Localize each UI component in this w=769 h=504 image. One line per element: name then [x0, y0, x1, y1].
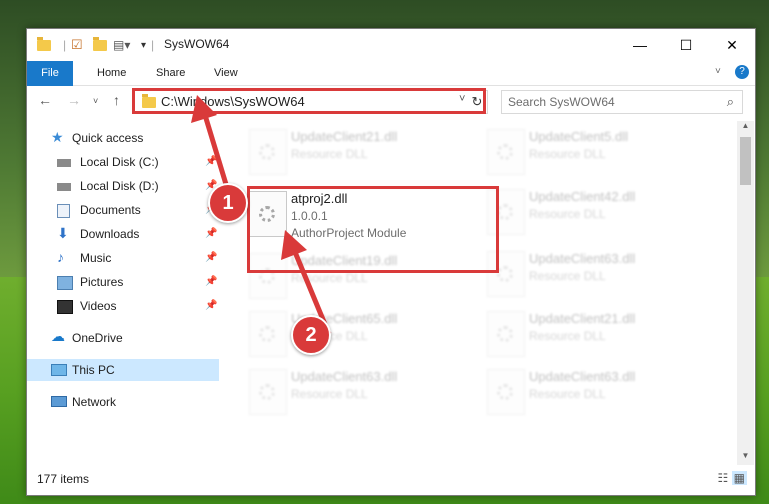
search-placeholder: Search SysWOW64	[508, 95, 615, 109]
step-1-callout: 1	[208, 183, 248, 223]
file-item[interactable]: UpdateClient21.dll Resource DLL	[241, 125, 471, 177]
nav-item-pictures[interactable]: Pictures 📌	[27, 271, 219, 293]
dll-file-icon	[487, 311, 525, 357]
search-input[interactable]: Search SysWOW64 ⌕	[501, 90, 743, 114]
file-name: UpdateClient5.dll	[529, 129, 629, 144]
tab-home[interactable]: Home	[85, 61, 138, 85]
nav-item-network[interactable]: Network	[27, 391, 219, 413]
file-name: UpdateClient42.dll	[529, 189, 636, 204]
ribbon: File Home Share View ˅ ?	[27, 61, 755, 113]
computer-icon	[51, 364, 67, 376]
file-name: UpdateClient21.dll	[529, 311, 636, 326]
nav-item-label: Videos	[80, 299, 117, 313]
file-description: Resource DLL	[529, 269, 606, 283]
file-name: UpdateClient63.dll	[529, 369, 636, 384]
nav-item-videos[interactable]: Videos 📌	[27, 295, 219, 317]
address-highlight-box	[132, 88, 486, 114]
window-title: SysWOW64	[164, 37, 230, 51]
nav-item-label: Local Disk (D:)	[80, 179, 159, 193]
recent-locations-icon[interactable]: ˅	[93, 96, 98, 106]
scroll-up-icon[interactable]: ▲	[737, 121, 754, 135]
nav-item-label: OneDrive	[72, 331, 123, 345]
star-icon: ★	[51, 129, 64, 145]
separator: |	[63, 38, 67, 52]
scrollbar-thumb[interactable]	[740, 137, 751, 185]
file-description: Resource DLL	[529, 387, 606, 401]
file-name: UpdateClient63.dll	[529, 251, 636, 266]
file-item[interactable]: UpdateClient65.dll Resource DLL	[241, 307, 471, 359]
nav-item-label: Network	[72, 395, 117, 409]
customize-icon[interactable]: ▤▾	[113, 37, 130, 53]
file-item[interactable]: UpdateClient63.dll Resource DLL	[479, 247, 709, 299]
maximize-button[interactable]: ☐	[663, 29, 709, 61]
videos-icon	[57, 300, 73, 314]
quick-access-dropdown-icon[interactable]: ▾	[141, 37, 146, 53]
view-toggle[interactable]: ☷ ▦	[718, 471, 747, 485]
file-description: Resource DLL	[529, 329, 606, 343]
expand-ribbon-icon[interactable]: ˅	[715, 66, 721, 77]
download-icon: ⬇	[57, 225, 69, 241]
file-name: UpdateClient21.dll	[291, 129, 398, 144]
up-arrow-icon[interactable]: ↑	[113, 92, 120, 108]
navigation-bar: ← → ˅ ↑ C:\Windows\SysWOW64 ˅ ↻ Search S…	[27, 86, 755, 118]
search-icon[interactable]: ⌕	[727, 94, 734, 110]
title-bar: | ☑ ▤▾ ▾ | SysWOW64 — ☐ ✕	[27, 29, 755, 61]
forward-arrow-icon[interactable]: →	[67, 92, 81, 108]
file-description: Resource DLL	[529, 147, 606, 161]
file-item[interactable]: UpdateClient21.dll Resource DLL	[479, 307, 709, 359]
explorer-window: | ☑ ▤▾ ▾ | SysWOW64 — ☐ ✕ File Home Shar…	[26, 28, 756, 496]
file-name: UpdateClient63.dll	[291, 369, 398, 384]
tab-view[interactable]: View	[202, 61, 250, 85]
nav-item-onedrive[interactable]: ☁ OneDrive	[27, 327, 219, 349]
back-arrow-icon[interactable]: ←	[38, 92, 52, 108]
close-button[interactable]: ✕	[709, 29, 755, 61]
nav-item-label: Pictures	[80, 275, 124, 289]
minimize-button[interactable]: —	[617, 29, 663, 61]
scroll-down-icon[interactable]: ▼	[737, 451, 754, 465]
separator: |	[151, 38, 155, 52]
help-icon[interactable]: ?	[735, 65, 749, 79]
file-item[interactable]: UpdateClient5.dll Resource DLL	[479, 125, 709, 177]
file-description: Resource DLL	[529, 207, 606, 221]
drive-icon	[57, 183, 71, 191]
vertical-scrollbar[interactable]: ▲ ▼	[737, 121, 754, 465]
status-bar: 177 items ☷ ▦	[27, 469, 755, 493]
file-description: Resource DLL	[291, 147, 368, 161]
dll-file-icon	[487, 369, 525, 415]
file-description: Resource DLL	[291, 387, 368, 401]
dll-file-icon	[487, 129, 525, 175]
tab-share[interactable]: Share	[144, 61, 197, 85]
file-item[interactable]: UpdateClient63.dll Resource DLL	[479, 365, 709, 417]
nav-item-label: This PC	[72, 363, 115, 377]
nav-item-label: Local Disk (C:)	[80, 155, 159, 169]
cloud-icon: ☁	[51, 328, 65, 344]
file-item[interactable]: UpdateClient63.dll Resource DLL	[241, 365, 471, 417]
file-item[interactable]: UpdateClient42.dll Resource DLL	[479, 185, 709, 237]
pin-icon[interactable]: 📌	[205, 247, 217, 269]
pictures-icon	[57, 276, 73, 290]
network-icon	[51, 396, 67, 407]
nav-item-label: Downloads	[80, 227, 140, 241]
nav-item-this-pc[interactable]: This PC	[27, 359, 219, 381]
item-count: 177 items	[37, 472, 90, 486]
nav-item-music[interactable]: ♪ Music 📌	[27, 247, 219, 269]
nav-item-label: Quick access	[72, 131, 144, 145]
documents-icon	[57, 204, 70, 218]
large-icons-view-icon[interactable]: ▦	[731, 471, 747, 485]
folder-icon	[37, 36, 51, 53]
dll-file-icon	[249, 369, 287, 415]
nav-item-label: Music	[80, 251, 112, 265]
nav-item-label: Documents	[80, 203, 141, 217]
pin-icon[interactable]: 📌	[205, 295, 217, 317]
drive-icon	[57, 159, 71, 167]
step-2-callout: 2	[291, 315, 331, 355]
details-view-icon[interactable]: ☷	[718, 471, 729, 485]
pin-icon[interactable]: 📌	[205, 271, 217, 293]
music-icon: ♪	[57, 249, 64, 265]
properties-icon[interactable]: ☑	[71, 37, 83, 53]
new-folder-icon[interactable]	[93, 36, 107, 53]
